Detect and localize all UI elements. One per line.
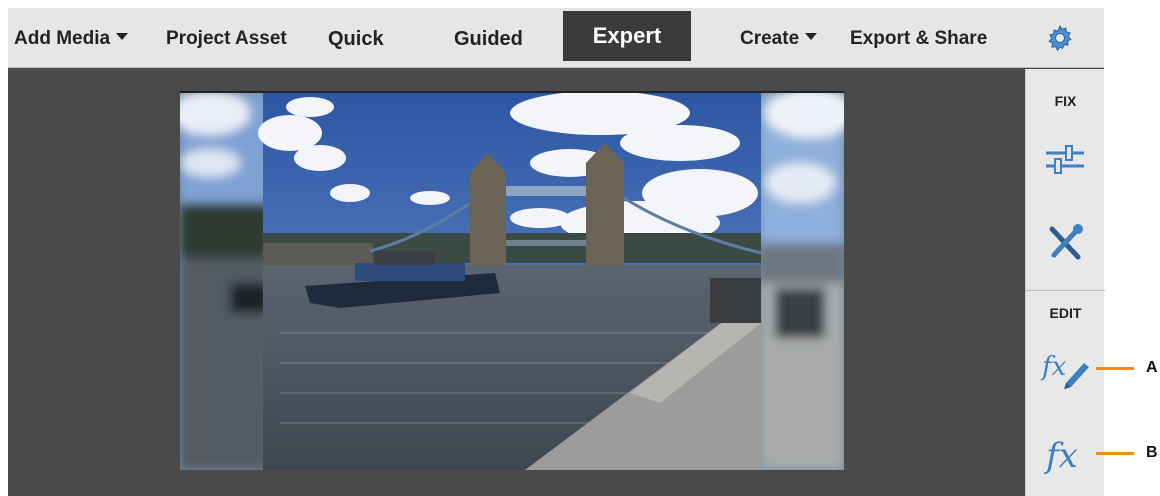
tower-bridge-photo [180,93,844,470]
add-media-label: Add Media [14,28,111,49]
mode-guided-tab[interactable]: Guided [454,24,523,54]
callout-b-label: B [1146,444,1158,461]
photo-canvas[interactable] [180,93,844,470]
section-divider [1026,290,1105,291]
effects-brush-icon[interactable]: fx [1040,345,1090,393]
svg-text:fx: fx [1043,436,1078,476]
caret-down-icon [116,33,129,41]
add-media-menu[interactable]: Add Media [14,24,129,54]
sliders-icon[interactable] [1040,135,1090,183]
callout-b-leader [1096,452,1134,455]
edit-section-label: EDIT [1049,305,1082,321]
effects-icon[interactable]: fx [1040,429,1090,477]
export-share-menu[interactable]: Export & Share [850,24,987,54]
create-menu[interactable]: Create [740,24,818,54]
callout-a-leader [1096,367,1134,370]
right-tool-panel: FIX EDIT fx fx [1025,69,1105,496]
svg-text:fx: fx [1040,352,1067,382]
mode-expert-tab[interactable]: Expert [563,11,691,61]
gear-icon[interactable] [1046,24,1074,52]
editor-window: Add Media Project Asset Quick Guided Exp… [8,8,1105,496]
tools-icon[interactable] [1040,219,1090,267]
caret-down-icon [805,33,818,41]
callout-a-label: A [1146,359,1158,376]
fix-section-label: FIX [1054,93,1077,109]
top-menu-bar: Add Media Project Asset Quick Guided Exp… [8,8,1104,68]
mode-quick-tab[interactable]: Quick [328,24,384,54]
project-asset-menu[interactable]: Project Asset [166,24,287,54]
create-label: Create [740,28,800,49]
